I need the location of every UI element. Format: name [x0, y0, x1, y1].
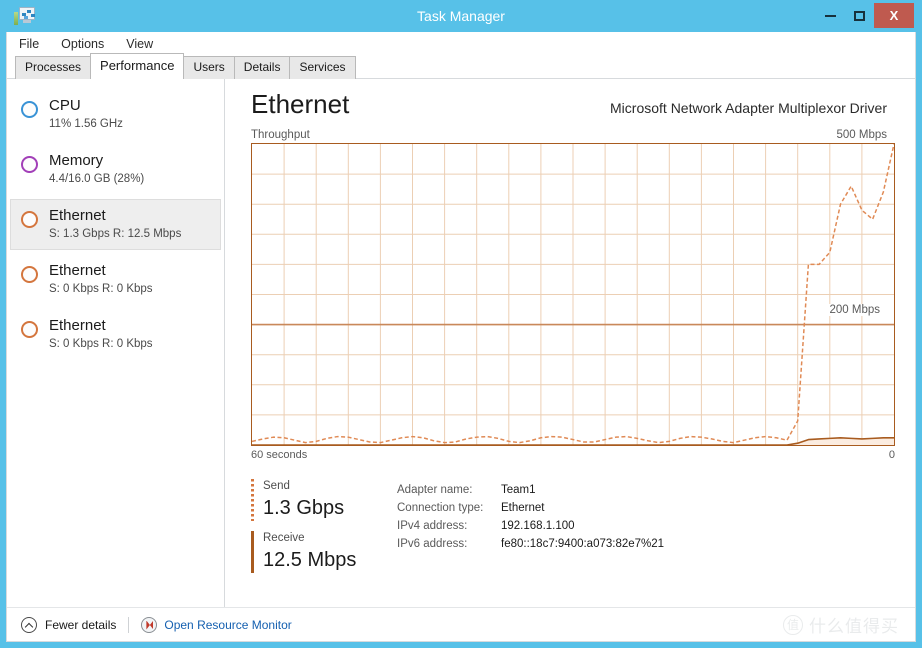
- sidebar-item-ethernet-3[interactable]: Ethernet S: 0 Kbps R: 0 Kbps: [10, 309, 221, 360]
- graph-label: Throughput: [251, 129, 310, 141]
- sidebar-ethernet-2-sub: S: 0 Kbps R: 0 Kbps: [49, 283, 153, 295]
- sidebar-cpu-sub: 11% 1.56 GHz: [49, 118, 123, 130]
- ipv4-value: 192.168.1.100: [501, 520, 575, 532]
- close-button[interactable]: X: [874, 3, 914, 28]
- axis-left-label: 60 seconds: [251, 449, 308, 461]
- maximize-icon: [854, 10, 865, 21]
- receive-legend-icon: [251, 531, 254, 573]
- ipv6-value: fe80::18c7:9400:a073:82e7%21: [501, 538, 665, 550]
- adapter-details: Adapter name: Team1 Connection type: Eth…: [397, 479, 664, 573]
- tab-processes[interactable]: Processes: [15, 56, 92, 79]
- axis-right-label: 0: [888, 449, 895, 461]
- detail-row: Connection type: Ethernet: [397, 499, 664, 517]
- throughput-stats: Send 1.3 Gbps Receive 12.5 Mbps: [251, 479, 369, 573]
- window-title: Task Manager: [417, 8, 505, 24]
- watermark-text: 什么值得买: [809, 617, 899, 636]
- watermark-logo-icon: 值: [783, 614, 803, 635]
- sidebar-ethernet-3-title: Ethernet: [49, 317, 106, 334]
- chevron-up-icon: [21, 616, 37, 633]
- graph-max-label: 500 Mbps: [836, 129, 887, 141]
- minimize-button[interactable]: [816, 3, 845, 28]
- sidebar-ethernet-2-title: Ethernet: [49, 262, 106, 279]
- minimize-icon: [825, 14, 836, 17]
- connection-type-key: Connection type:: [397, 502, 484, 514]
- throughput-graph[interactable]: [251, 143, 895, 446]
- send-legend-icon: [251, 479, 254, 521]
- main-panel: Ethernet Microsoft Network Adapter Multi…: [225, 79, 915, 607]
- task-manager-window: Task Manager X File Options View Process…: [0, 0, 922, 648]
- client-area: File Options View Processes Performance …: [6, 32, 916, 642]
- send-label: Send: [263, 480, 290, 492]
- sidebar-memory-sub: 4.4/16.0 GB (28%): [49, 173, 145, 185]
- adapter-name-value: Team1: [501, 484, 536, 496]
- graph-header: Throughput 500 Mbps: [251, 129, 887, 141]
- window-controls: X: [816, 3, 914, 28]
- stats-area: Send 1.3 Gbps Receive 12.5 Mbps Adapter …: [251, 479, 887, 573]
- sidebar-item-cpu[interactable]: CPU 11% 1.56 GHz: [10, 89, 221, 140]
- resource-monitor-icon: [141, 616, 158, 633]
- adapter-driver-name: Microsoft Network Adapter Multiplexor Dr…: [610, 100, 887, 116]
- tab-performance[interactable]: Performance: [90, 53, 185, 79]
- ethernet-ring-icon: [21, 321, 38, 338]
- ipv4-key: IPv4 address:: [397, 520, 468, 532]
- memory-ring-icon: [21, 156, 38, 173]
- tab-strip: Processes Performance Users Details Serv…: [7, 53, 915, 79]
- sidebar-ethernet-3-sub: S: 0 Kbps R: 0 Kbps: [49, 338, 153, 350]
- menu-file[interactable]: File: [17, 35, 41, 53]
- tab-services[interactable]: Services: [289, 56, 356, 79]
- throughput-graph-wrap: 200 Mbps: [251, 143, 895, 446]
- watermark: 值 什么值得买: [783, 612, 899, 637]
- receive-value: 12.5 Mbps: [263, 549, 357, 571]
- performance-body: CPU 11% 1.56 GHz Memory 4.4/16.0 GB (28%…: [7, 79, 915, 607]
- fewer-details-label: Fewer details: [45, 617, 117, 632]
- sidebar-memory-title: Memory: [49, 152, 104, 169]
- tab-users[interactable]: Users: [183, 56, 235, 79]
- send-stat: Send 1.3 Gbps: [251, 479, 369, 521]
- fewer-details-button[interactable]: Fewer details: [21, 616, 117, 633]
- graph-axis-labels: 60 seconds 0: [251, 449, 895, 461]
- sidebar-ethernet-1-sub: S: 1.3 Gbps R: 12.5 Mbps: [49, 228, 182, 240]
- panel-header: Ethernet Microsoft Network Adapter Multi…: [251, 89, 887, 120]
- menu-view[interactable]: View: [124, 35, 155, 53]
- ipv6-key: IPv6 address:: [397, 538, 468, 550]
- open-resource-monitor-label: Open Resource Monitor: [164, 617, 292, 632]
- footer-divider: [128, 616, 130, 633]
- sidebar-cpu-title: CPU: [49, 97, 81, 114]
- sidebar-item-memory[interactable]: Memory 4.4/16.0 GB (28%): [10, 144, 221, 195]
- send-value: 1.3 Gbps: [263, 497, 345, 519]
- detail-row: IPv4 address: 192.168.1.100: [397, 517, 664, 535]
- receive-stat: Receive 12.5 Mbps: [251, 531, 369, 573]
- open-resource-monitor-link[interactable]: Open Resource Monitor: [141, 616, 292, 633]
- detail-row: Adapter name: Team1: [397, 481, 664, 499]
- graph-mid-label: 200 Mbps: [828, 304, 881, 316]
- maximize-button[interactable]: [845, 3, 874, 28]
- detail-row: IPv6 address: fe80::18c7:9400:a073:82e7%…: [397, 535, 664, 553]
- sidebar-item-ethernet-1[interactable]: Ethernet S: 1.3 Gbps R: 12.5 Mbps: [10, 199, 221, 250]
- resource-sidebar: CPU 11% 1.56 GHz Memory 4.4/16.0 GB (28%…: [7, 79, 225, 607]
- menu-options[interactable]: Options: [59, 35, 106, 53]
- ethernet-ring-icon: [21, 266, 38, 283]
- title-bar: Task Manager X: [6, 0, 916, 32]
- tab-details[interactable]: Details: [233, 56, 291, 79]
- page-title: Ethernet: [251, 89, 350, 119]
- connection-type-value: Ethernet: [501, 502, 545, 514]
- sidebar-item-ethernet-2[interactable]: Ethernet S: 0 Kbps R: 0 Kbps: [10, 254, 221, 305]
- footer-bar: Fewer details Open Resource Monitor 值 什么…: [7, 607, 915, 641]
- adapter-name-key: Adapter name:: [397, 484, 473, 496]
- ethernet-ring-icon: [21, 211, 38, 228]
- receive-label: Receive: [263, 532, 305, 544]
- sidebar-ethernet-1-title: Ethernet: [49, 207, 106, 224]
- task-manager-icon: [14, 6, 36, 26]
- cpu-ring-icon: [21, 101, 38, 118]
